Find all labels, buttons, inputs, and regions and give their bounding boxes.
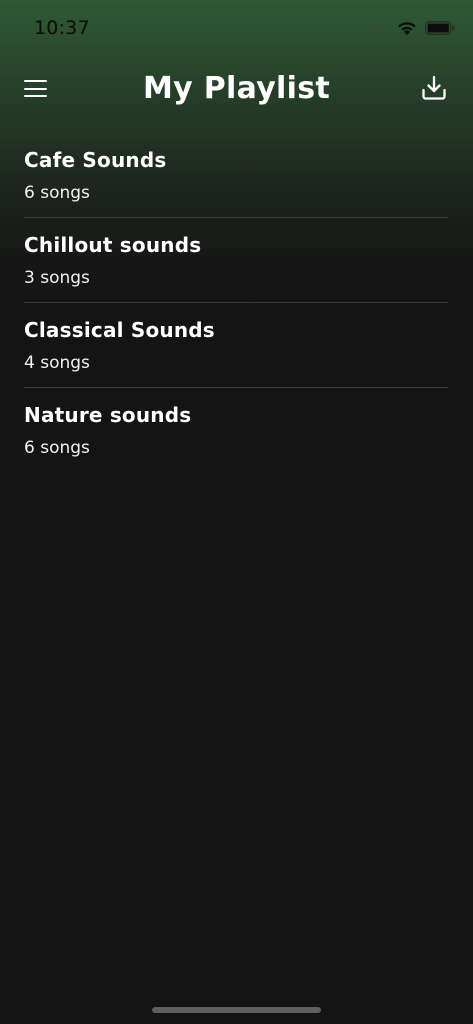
battery-icon xyxy=(425,21,455,35)
playlist-song-count: 4 songs xyxy=(24,353,90,373)
playlist-list: Cafe Sounds 6 songs Chillout sounds 3 so… xyxy=(24,133,448,472)
playlist-item-classical-sounds[interactable]: Classical Sounds 4 songs xyxy=(24,303,448,388)
status-icons xyxy=(361,16,455,40)
playlist-item-chillout-sounds[interactable]: Chillout sounds 3 songs xyxy=(24,218,448,303)
download-icon[interactable] xyxy=(421,75,447,101)
playlist-item-cafe-sounds[interactable]: Cafe Sounds 6 songs xyxy=(24,133,448,218)
page-title: My Playlist xyxy=(142,71,331,106)
playlist-song-count: 3 songs xyxy=(24,268,90,288)
playlist-song-count: 6 songs xyxy=(24,183,90,203)
status-bar: 10:37 xyxy=(0,0,473,58)
playlist-song-count: 6 songs xyxy=(24,438,90,458)
playlist-name: Nature sounds xyxy=(24,403,192,427)
playlist-name: Classical Sounds xyxy=(24,318,215,342)
header: My Playlist xyxy=(0,58,473,122)
wifi-icon xyxy=(398,22,416,36)
signal-icon xyxy=(361,26,389,30)
home-indicator[interactable] xyxy=(152,1007,321,1013)
status-time: 10:37 xyxy=(34,17,90,39)
playlist-item-nature-sounds[interactable]: Nature sounds 6 songs xyxy=(24,388,448,472)
playlist-name: Chillout sounds xyxy=(24,233,202,257)
playlist-name: Cafe Sounds xyxy=(24,148,167,172)
